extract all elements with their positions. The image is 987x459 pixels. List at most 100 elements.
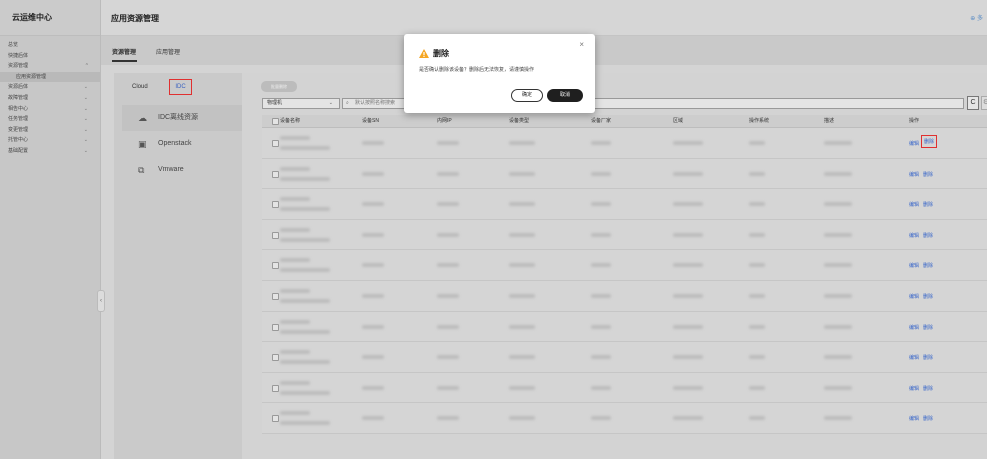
sidebar-item-label: 总览 [8,42,19,48]
redacted-cell [280,350,310,355]
resource-item-label: IDC离线资源 [158,114,199,121]
table-row: 编辑 删除 [262,403,987,434]
device-type-select[interactable]: 物理机 ⌄ [262,98,340,109]
delete-link[interactable]: 删除 [923,171,933,178]
delete-link[interactable]: 删除 [923,354,933,361]
row-checkbox[interactable] [272,262,279,270]
redacted-cell [673,416,703,421]
column-header: 设备SN [362,118,379,124]
redacted-cell [824,355,852,360]
table-row: 编辑 删除 [262,280,987,312]
tab-app-management[interactable]: 应用管理 [156,47,180,56]
chevron-up-icon: ^ [85,63,88,70]
cancel-button[interactable]: 取消 [547,89,583,102]
row-checkbox[interactable] [272,231,279,239]
edit-link[interactable]: 编辑 [909,293,919,300]
redacted-cell [280,237,330,242]
redacted-cell [362,324,384,329]
sidebar-collapse-handle[interactable]: ‹ [97,290,105,312]
subtab-cloud[interactable]: Cloud [132,84,148,90]
sidebar-item-label: 基础配置 [8,147,29,154]
edit-link[interactable]: 编辑 [909,354,919,361]
sidebar-item[interactable]: 变更管理 ⌄ [0,125,100,136]
redacted-cell [362,202,384,207]
redacted-cell [591,293,611,298]
settings-button[interactable]: ⚙ [981,96,987,110]
close-icon[interactable]: × [579,40,584,49]
edit-link[interactable]: 编辑 [909,385,919,392]
edit-link[interactable]: 编辑 [909,262,919,269]
sidebar-item-label: 任务管理 [8,116,29,123]
redacted-cell [824,171,852,176]
delete-link[interactable]: 删除 [923,201,933,208]
redacted-cell [509,202,535,207]
sidebar-item-label: 相告中心 [8,105,29,112]
table-row: 编辑 删除 [262,372,987,404]
redacted-cell [749,141,765,145]
table-row: 编辑 删除 [262,219,987,251]
redacted-cell [280,258,310,263]
edit-link[interactable]: 编辑 [909,232,919,239]
table-header: 设备名称 设备SN 内网IP 设备类型 设备厂家 区域 操作系统 描述 操作 [262,115,987,128]
redacted-cell [749,232,765,237]
sidebar-item[interactable]: 相告中心 ⌄ [0,104,100,115]
resource-item-openstack[interactable]: ▣ Openstack [122,131,242,157]
sidebar-item[interactable]: 资源管理 ^ [0,61,100,72]
row-checkbox[interactable] [272,201,279,209]
row-checkbox[interactable] [272,323,279,331]
redacted-cell [437,385,459,390]
delete-link[interactable]: 删除 [923,232,933,239]
redacted-cell [280,360,330,365]
search-icon: ⌕ [346,100,349,106]
sidebar-item[interactable]: 任务管理 ⌄ [0,114,100,125]
sidebar-item[interactable]: 资源后体 ⌄ [0,82,100,93]
redacted-cell [280,268,330,273]
resource-item-idc[interactable]: ☁ IDC离线资源 [122,105,242,131]
resource-item-vmware[interactable]: ⧉ Vmware [122,157,242,183]
sidebar-item[interactable]: 故障管理 ⌄ [0,93,100,104]
edit-link[interactable]: 编辑 [909,140,919,147]
row-checkbox[interactable] [272,140,279,147]
delete-link[interactable]: 删除 [923,415,933,422]
delete-link[interactable]: 删除 [923,385,933,392]
table-row: 编辑 删除 [262,250,987,281]
sidebar-item[interactable]: 托管中心 ⌄ [0,135,100,146]
subtab-idc[interactable]: IDC [169,79,192,95]
redacted-cell [591,202,611,207]
table-row: 编辑 删除 [262,189,987,220]
sidebar-subitem[interactable]: 应用资源管理 [0,71,100,83]
edit-link[interactable]: 编辑 [909,201,919,208]
sidebar-item-label: 应用资源管理 [16,73,47,80]
redacted-cell [509,324,535,329]
confirm-button[interactable]: 确定 [511,89,543,102]
redacted-cell [591,324,611,329]
edit-link[interactable]: 编辑 [909,171,919,178]
sidebar-item[interactable]: 快捷后体 [0,51,100,62]
select-all-checkbox[interactable] [272,118,279,125]
page-header: 应用资源管理 ⊕ 多 [101,0,987,36]
sidebar-item[interactable]: 基础配置 ⌄ [0,146,100,157]
redacted-cell [280,197,310,202]
row-checkbox[interactable] [272,354,279,362]
redacted-cell [824,385,852,390]
row-checkbox[interactable] [272,415,279,423]
header-more-link[interactable]: ⊕ 多 [970,13,983,22]
delete-link[interactable]: 删除 [923,262,933,269]
row-checkbox[interactable] [272,384,279,392]
edit-link[interactable]: 编辑 [909,324,919,331]
bulk-delete-button[interactable]: 批量删除 [261,81,297,92]
refresh-button[interactable]: C [967,96,979,110]
redacted-cell [591,385,611,390]
edit-link[interactable]: 编辑 [909,415,919,422]
sidebar-item[interactable]: 总览 [0,40,100,51]
cloud-server-icon: ☁ [138,113,147,123]
tab-resource-management[interactable]: 资源管理 [112,47,136,56]
delete-link[interactable]: 删除 [921,135,938,148]
resource-panel: Cloud IDC ☁ IDC离线资源 ▣ Openstack ⧉ Vmware [114,73,242,459]
redacted-cell [749,171,765,176]
delete-link[interactable]: 删除 [923,324,933,331]
row-checkbox[interactable] [272,170,279,178]
row-checkbox[interactable] [272,292,279,300]
redacted-cell [749,324,765,329]
delete-link[interactable]: 删除 [923,293,933,300]
